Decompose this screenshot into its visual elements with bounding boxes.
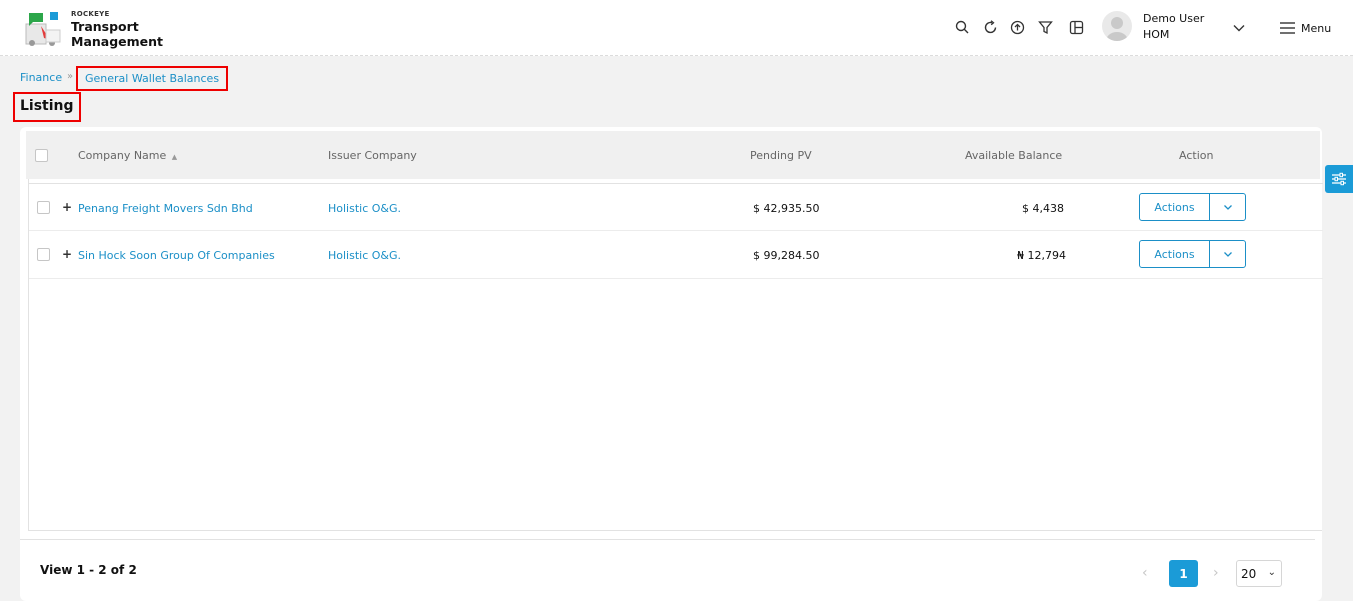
row-checkbox[interactable] <box>37 201 50 214</box>
issuer-company-link[interactable]: Holistic O&G. <box>328 249 401 262</box>
chevron-down-icon: ⌄ <box>1267 567 1276 578</box>
brand-small-text: ROCKEYE <box>71 10 110 18</box>
avatar[interactable] <box>1102 11 1132 41</box>
page-size-select[interactable]: 20 ⌄ <box>1236 560 1282 587</box>
user-org: HOM <box>1143 28 1170 41</box>
row-actions: Actions <box>1139 193 1246 221</box>
column-pending-pv: Pending PV <box>750 149 812 162</box>
sliders-icon[interactable] <box>1325 165 1353 193</box>
app-logo[interactable] <box>24 10 64 48</box>
hamburger-icon <box>1280 19 1295 38</box>
user-name: Demo User <box>1143 12 1205 25</box>
brand-title-line2: Management <box>71 34 164 49</box>
page-title: Listing <box>13 92 81 122</box>
select-all-checkbox[interactable] <box>35 149 48 162</box>
brand-block: ROCKEYE Transport Management <box>71 10 163 49</box>
sort-icon: ▲ <box>171 153 178 161</box>
page-size-value: 20 <box>1241 566 1257 581</box>
available-balance-value: ₦ 12,794 <box>1017 249 1066 262</box>
company-name-link[interactable]: Sin Hock Soon Group Of Companies <box>78 249 275 262</box>
app-header: ROCKEYE Transport Management Demo User H… <box>0 0 1353 56</box>
menu-button[interactable]: Menu <box>1280 19 1331 37</box>
refresh-icon[interactable] <box>981 18 999 36</box>
filter-icon[interactable] <box>1036 18 1054 36</box>
row-checkbox[interactable] <box>37 248 50 261</box>
column-action: Action <box>1179 149 1214 162</box>
search-icon[interactable] <box>953 18 971 36</box>
breadcrumb-finance[interactable]: Finance <box>20 71 62 84</box>
row-actions: Actions <box>1139 240 1246 268</box>
breadcrumb-separator-icon: » <box>67 71 74 82</box>
available-balance-value: $ 4,438 <box>1022 202 1064 215</box>
chevron-right-icon[interactable]: › <box>1213 565 1219 581</box>
actions-button[interactable]: Actions <box>1140 241 1210 267</box>
footer-divider <box>20 539 1315 540</box>
page-number-current[interactable]: 1 <box>1169 560 1198 587</box>
chevron-down-icon[interactable] <box>1210 241 1245 267</box>
menu-label: Menu <box>1301 21 1332 35</box>
column-issuer-company: Issuer Company <box>328 149 417 162</box>
layout-icon[interactable] <box>1067 18 1085 36</box>
chevron-down-icon[interactable] <box>1231 20 1247 36</box>
wallet-table: Company Name ▲ Issuer Company Pending PV… <box>26 131 1323 531</box>
chevron-down-icon[interactable] <box>1210 194 1245 220</box>
expand-icon[interactable]: + <box>62 200 72 214</box>
brand-title-line1: Transport <box>71 19 139 34</box>
breadcrumb-current[interactable]: General Wallet Balances <box>76 66 229 91</box>
upload-icon[interactable] <box>1008 18 1026 36</box>
listing-card: Company Name ▲ Issuer Company Pending PV… <box>20 127 1323 601</box>
column-company-name[interactable]: Company Name ▲ <box>78 149 177 162</box>
table-header: Company Name ▲ Issuer Company Pending PV… <box>26 131 1320 179</box>
actions-button[interactable]: Actions <box>1140 194 1210 220</box>
company-name-link[interactable]: Penang Freight Movers Sdn Bhd <box>78 202 253 215</box>
table-row: + Sin Hock Soon Group Of Companies Holis… <box>29 231 1323 279</box>
issuer-company-link[interactable]: Holistic O&G. <box>328 202 401 215</box>
table-row: + Penang Freight Movers Sdn Bhd Holistic… <box>29 183 1323 231</box>
view-count: View 1 - 2 of 2 <box>40 563 137 577</box>
chevron-left-icon[interactable]: ‹ <box>1142 565 1148 581</box>
expand-icon[interactable]: + <box>62 247 72 261</box>
pending-pv-value: $ 99,284.50 <box>753 249 820 262</box>
column-available-balance: Available Balance <box>965 149 1063 162</box>
pending-pv-value: $ 42,935.50 <box>753 202 820 215</box>
